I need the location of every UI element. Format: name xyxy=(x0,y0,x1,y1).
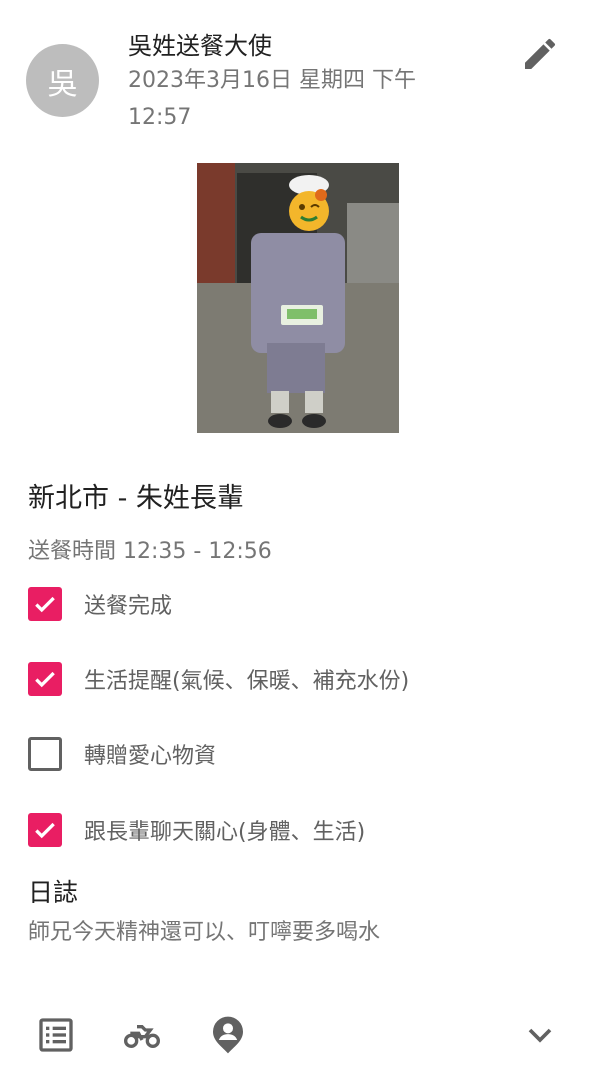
checklist-item-chat-care[interactable]: 跟長輩聊天關心(身體、生活) xyxy=(28,812,365,848)
check-icon xyxy=(35,596,55,613)
checkbox-unchecked[interactable] xyxy=(28,737,62,771)
checklist-label: 轉贈愛心物資 xyxy=(84,744,217,769)
checkbox-checked[interactable] xyxy=(28,587,62,621)
check-icon xyxy=(35,822,55,839)
journal-heading: 日誌 xyxy=(28,878,79,907)
delivery-time: 送餐時間 12:35 - 12:56 xyxy=(28,539,272,564)
delivery-ride-button[interactable] xyxy=(122,1015,162,1055)
check-icon xyxy=(35,671,55,688)
journal-text: 師兄今天精神還可以、叮嚀要多喝水 xyxy=(28,920,381,945)
delivery-photo[interactable] xyxy=(197,163,399,433)
checklist-item-life-reminder[interactable]: 生活提醒(氣候、保暖、補充水份) xyxy=(28,661,409,697)
chevron-down-icon xyxy=(528,1028,552,1043)
post-timestamp: 2023年3月16日 星期四 下午 12:57 xyxy=(128,68,416,130)
avatar[interactable]: 吳 xyxy=(26,44,99,117)
person-location-button[interactable] xyxy=(208,1015,248,1055)
post-header: 吳 吳姓送餐大使 2023年3月16日 星期四 下午 12:57 xyxy=(0,0,596,140)
checklist-item-donated-supplies[interactable]: 轉贈愛心物資 xyxy=(28,736,216,772)
checklist-item-delivery-done[interactable]: 送餐完成 xyxy=(28,586,172,622)
location-title: 新北市 - 朱姓長輩 xyxy=(28,483,244,514)
checklist-label: 跟長輩聊天關心(身體、生活) xyxy=(84,820,366,845)
person-pin-icon xyxy=(213,1016,243,1054)
pencil-icon xyxy=(525,38,556,69)
photo-illustration xyxy=(197,163,399,433)
expand-button[interactable] xyxy=(520,1015,560,1055)
list-icon xyxy=(39,1018,73,1052)
checklist-label: 生活提醒(氣候、保暖、補充水份) xyxy=(84,669,410,694)
list-button[interactable] xyxy=(36,1015,76,1055)
motorcycle-icon xyxy=(124,1025,160,1048)
checkbox-checked[interactable] xyxy=(28,662,62,696)
author-name: 吳姓送餐大使 xyxy=(128,32,272,60)
edit-button[interactable] xyxy=(520,34,560,74)
bottom-action-bar xyxy=(0,1005,596,1065)
avatar-initial: 吳 xyxy=(47,66,78,102)
checklist-label: 送餐完成 xyxy=(84,594,173,619)
checkbox-checked[interactable] xyxy=(28,813,62,847)
